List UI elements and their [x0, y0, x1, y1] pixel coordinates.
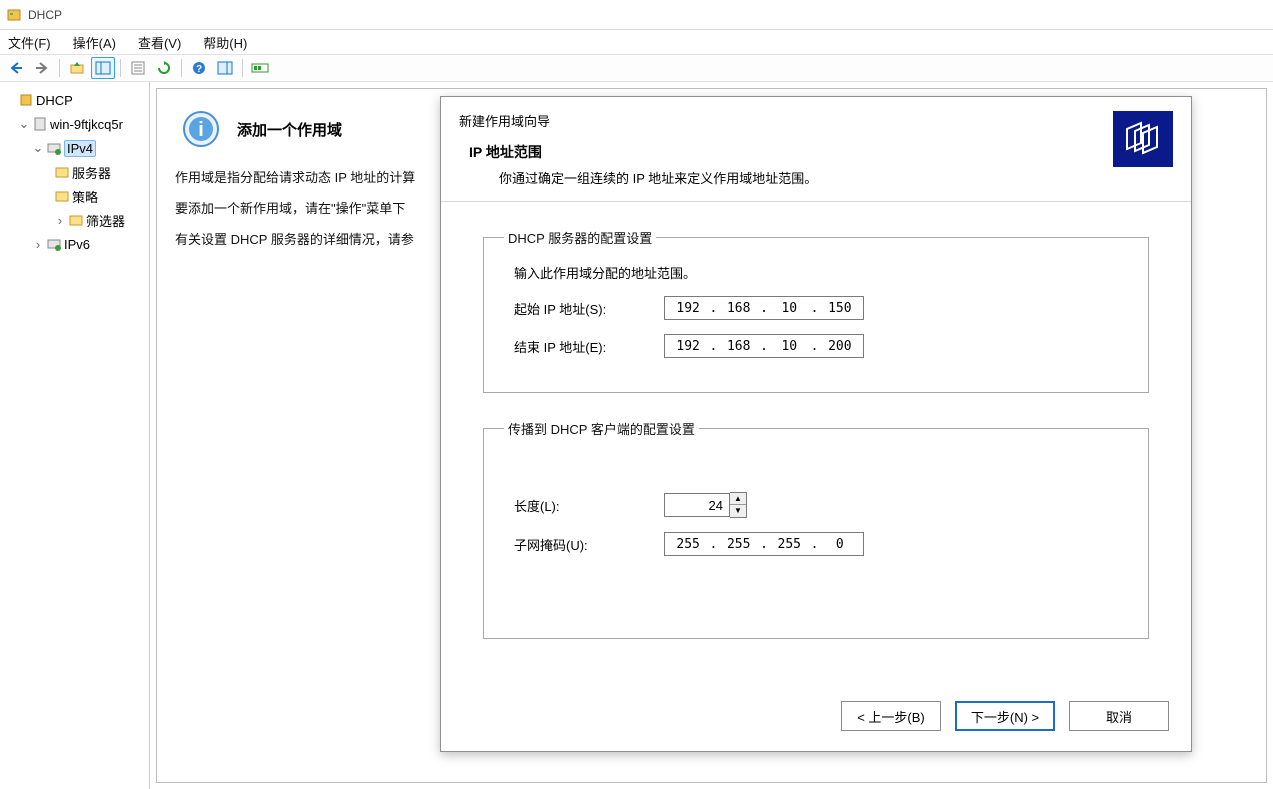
next-button[interactable]: 下一步(N) >	[955, 701, 1055, 731]
wizard-banner-icon	[1113, 111, 1173, 167]
wizard-dialog: 新建作用域向导 IP 地址范围 你通过确定一组连续的 IP 地址来定义作用域地址…	[440, 96, 1192, 752]
start-ip-input[interactable]: . . .	[664, 296, 864, 320]
group2-legend: 传播到 DHCP 客户端的配置设置	[504, 419, 699, 438]
mask-label: 子网掩码(U):	[514, 535, 664, 554]
wizard-header: 新建作用域向导 IP 地址范围 你通过确定一组连续的 IP 地址来定义作用域地址…	[441, 97, 1191, 202]
tree-filters[interactable]: › 筛选器	[54, 210, 149, 230]
mask-oct1[interactable]	[671, 536, 705, 553]
wizard-buttons: < 上一步(B) 下一步(N) > 取消	[441, 687, 1191, 751]
toolbar-separator	[59, 59, 60, 77]
group-client-settings: 传播到 DHCP 客户端的配置设置 长度(L): ▲ ▼ 子网掩码(U): .	[483, 419, 1149, 639]
tree-root-label: DHCP	[36, 93, 73, 108]
menubar: 文件(F) 操作(A) 查看(V) 帮助(H)	[0, 30, 1273, 54]
window-title: DHCP	[28, 8, 62, 22]
tree-root[interactable]: DHCP	[4, 90, 149, 110]
spin-up-icon[interactable]: ▲	[730, 493, 746, 505]
tree-server-options[interactable]: 服务器	[54, 162, 149, 182]
toolbar-separator	[120, 59, 121, 77]
start-ip-oct1[interactable]	[671, 300, 705, 317]
start-ip-label: 起始 IP 地址(S):	[514, 299, 664, 318]
length-spinner: ▲ ▼	[730, 492, 747, 518]
wizard-body: DHCP 服务器的配置设置 输入此作用域分配的地址范围。 起始 IP 地址(S)…	[441, 202, 1191, 687]
nav-forward-icon[interactable]	[30, 57, 54, 79]
toolbar-separator	[242, 59, 243, 77]
policies-icon	[54, 188, 70, 204]
length-label: 长度(L):	[514, 496, 664, 515]
spin-down-icon[interactable]: ▼	[730, 505, 746, 517]
tree-ipv4-label: IPv4	[64, 140, 96, 157]
toolbar: ?	[0, 54, 1273, 82]
tree-pane: DHCP ⌄ win-9ftjkcq5r ⌄	[0, 82, 150, 789]
action-pane-icon[interactable]	[213, 57, 237, 79]
end-ip-input[interactable]: . . .	[664, 334, 864, 358]
row-mask: 子网掩码(U): . . .	[514, 532, 1128, 556]
menu-file[interactable]: 文件(F)	[6, 31, 53, 54]
svg-text:?: ?	[196, 64, 202, 75]
group1-legend: DHCP 服务器的配置设置	[504, 228, 656, 247]
tree-policies[interactable]: 策略	[54, 186, 149, 206]
tree-ipv4[interactable]: ⌄ IPv4	[32, 138, 149, 158]
folder-up-icon[interactable]	[65, 57, 89, 79]
twisty-closed-icon[interactable]: ›	[54, 213, 66, 228]
end-ip-oct3[interactable]	[772, 338, 806, 355]
refresh-icon[interactable]	[152, 57, 176, 79]
group1-note: 输入此作用域分配的地址范围。	[514, 263, 1128, 282]
end-ip-oct2[interactable]	[722, 338, 756, 355]
end-ip-oct1[interactable]	[671, 338, 705, 355]
start-ip-oct2[interactable]	[722, 300, 756, 317]
twisty-open-icon[interactable]: ⌄	[32, 140, 44, 156]
app-icon	[6, 7, 22, 23]
tree-ipv6-label: IPv6	[64, 237, 90, 252]
dhcp-root-icon	[18, 92, 34, 108]
start-ip-oct3[interactable]	[772, 300, 806, 317]
wizard-heading: IP 地址范围	[469, 142, 1113, 162]
menu-view[interactable]: 查看(V)	[136, 31, 183, 54]
toolbar-separator	[181, 59, 182, 77]
tree-ipv6[interactable]: › IPv6	[32, 234, 149, 254]
end-ip-oct4[interactable]	[823, 338, 857, 355]
wizard-description: 你通过确定一组连续的 IP 地址来定义作用域地址范围。	[499, 168, 1113, 187]
tree-policies-label: 策略	[72, 187, 98, 206]
menu-help[interactable]: 帮助(H)	[201, 31, 249, 54]
properties-icon[interactable]	[126, 57, 150, 79]
mask-oct2[interactable]	[722, 536, 756, 553]
svg-text:i: i	[198, 119, 204, 141]
row-end-ip: 结束 IP 地址(E): . . .	[514, 334, 1128, 358]
end-ip-label: 结束 IP 地址(E):	[514, 337, 664, 356]
help-icon[interactable]: ?	[187, 57, 211, 79]
mask-oct3[interactable]	[772, 536, 806, 553]
tree-filters-label: 筛选器	[86, 211, 125, 230]
titlebar: DHCP	[0, 0, 1273, 30]
tree-server[interactable]: ⌄ win-9ftjkcq5r	[18, 114, 149, 134]
twisty-open-icon[interactable]: ⌄	[18, 116, 30, 132]
row-start-ip: 起始 IP 地址(S): . . .	[514, 296, 1128, 320]
content-title: 添加一个作用域	[237, 119, 342, 140]
cancel-button[interactable]: 取消	[1069, 701, 1169, 731]
tree-server-label: win-9ftjkcq5r	[50, 117, 123, 132]
start-ip-oct4[interactable]	[823, 300, 857, 317]
row-length: 长度(L): ▲ ▼	[514, 492, 1128, 518]
server-icon	[32, 116, 48, 132]
filters-icon	[68, 212, 84, 228]
options-icon	[54, 164, 70, 180]
length-input[interactable]	[664, 493, 730, 517]
wizard-top-title: 新建作用域向导	[459, 111, 1113, 130]
group-server-settings: DHCP 服务器的配置设置 输入此作用域分配的地址范围。 起始 IP 地址(S)…	[483, 228, 1149, 393]
twisty-closed-icon[interactable]: ›	[32, 237, 44, 252]
mask-input[interactable]: . . .	[664, 532, 864, 556]
mask-oct4[interactable]	[823, 536, 857, 553]
tree-server-options-label: 服务器	[72, 163, 111, 182]
nav-back-icon[interactable]	[4, 57, 28, 79]
ipv4-icon	[46, 140, 62, 156]
ipv6-icon	[46, 236, 62, 252]
console-tree-icon[interactable]	[91, 57, 115, 79]
info-icon: i	[181, 109, 221, 149]
dhcp-manage-icon[interactable]	[248, 57, 272, 79]
menu-action[interactable]: 操作(A)	[71, 31, 118, 54]
back-button[interactable]: < 上一步(B)	[841, 701, 941, 731]
